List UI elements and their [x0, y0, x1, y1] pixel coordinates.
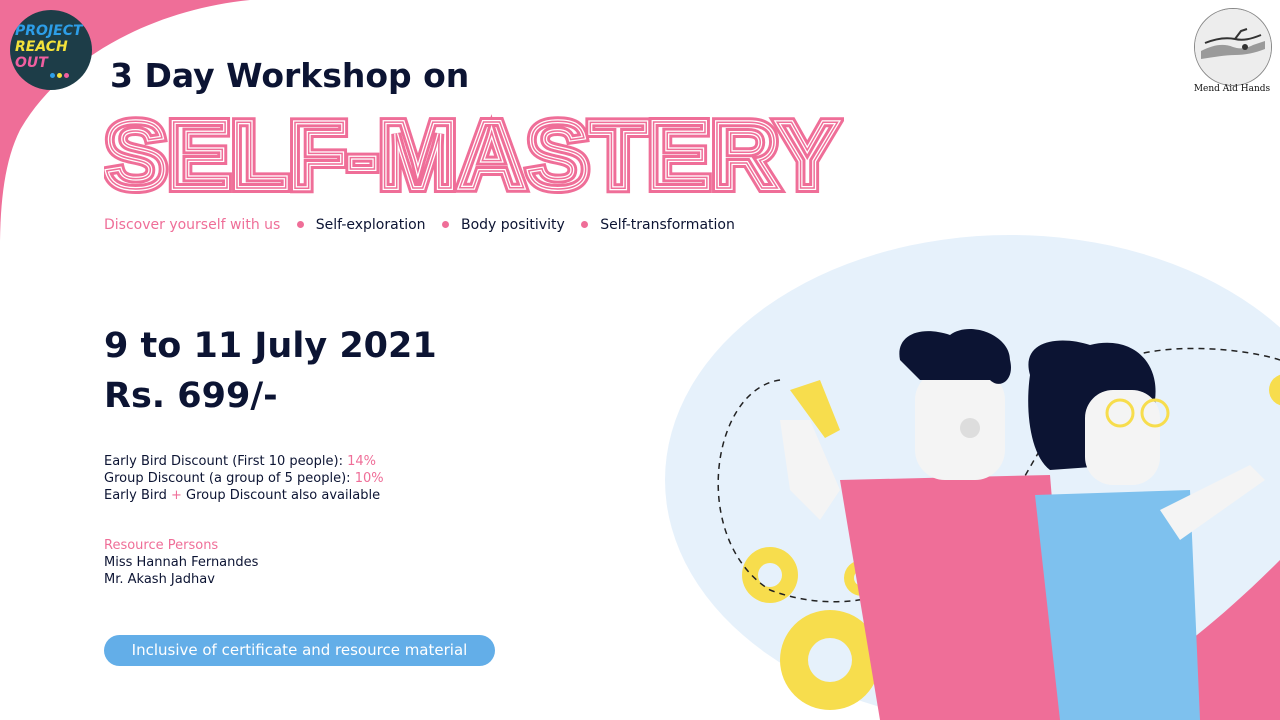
logo-text-line3: OUT	[15, 55, 48, 71]
inclusions-pill: Inclusive of certificate and resource ma…	[104, 635, 495, 666]
group-discount-value: 10%	[354, 471, 384, 486]
self-mastery-text-core: SELF-MASTERY	[104, 108, 839, 198]
woman-figure	[1028, 340, 1265, 720]
discount-info: Early Bird Discount (First 10 people): 1…	[104, 453, 384, 504]
workshop-subtitle: 3 Day Workshop on	[110, 56, 470, 95]
lightbulb-icon	[1269, 374, 1280, 406]
combo-text-a: Early Bird	[104, 488, 171, 503]
self-mastery-title: SELF-MASTERY SELF-MASTERY SELF-MASTERY	[104, 108, 844, 198]
resource-person: Mr. Akash Jadhav	[104, 572, 215, 587]
event-price: Rs. 699/-	[104, 376, 278, 416]
logo-caption: Mend Aid Hands	[1193, 84, 1271, 94]
logo-text-line1: PROJECT	[15, 23, 83, 39]
combo-plus: +	[171, 488, 182, 503]
combo-text-b: Group Discount also available	[181, 488, 381, 503]
resource-persons: Resource Persons Miss Hannah Fernandes M…	[104, 537, 258, 588]
bullet-dot	[441, 221, 449, 228]
mend-aid-hands-logo	[1194, 8, 1272, 86]
tagline-item-body-positivity: Body positivity	[460, 217, 565, 233]
tagline: Discover yourself with us Self-explorati…	[104, 217, 735, 233]
project-reach-out-logo: PROJECT REACH OUT	[10, 10, 92, 90]
event-dates: 9 to 11 July 2021	[104, 326, 437, 366]
resource-heading: Resource Persons	[104, 538, 219, 553]
logo-dots	[50, 63, 71, 82]
group-discount-label: Group Discount (a group of 5 people):	[104, 471, 355, 486]
tagline-lead: Discover yourself with us	[104, 217, 281, 233]
people-illustration	[717, 329, 1280, 720]
tagline-item-self-exploration: Self-exploration	[315, 217, 426, 233]
hands-icon	[1195, 9, 1271, 85]
early-bird-value: 14%	[347, 454, 376, 469]
resource-person: Miss Hannah Fernandes	[104, 555, 259, 570]
early-bird-label: Early Bird Discount (First 10 people):	[104, 454, 348, 469]
tagline-item-self-transformation: Self-transformation	[600, 217, 735, 233]
bullet-dot	[581, 221, 589, 228]
logo-text-line2: REACH	[15, 39, 68, 55]
bullet-dot	[296, 221, 304, 228]
